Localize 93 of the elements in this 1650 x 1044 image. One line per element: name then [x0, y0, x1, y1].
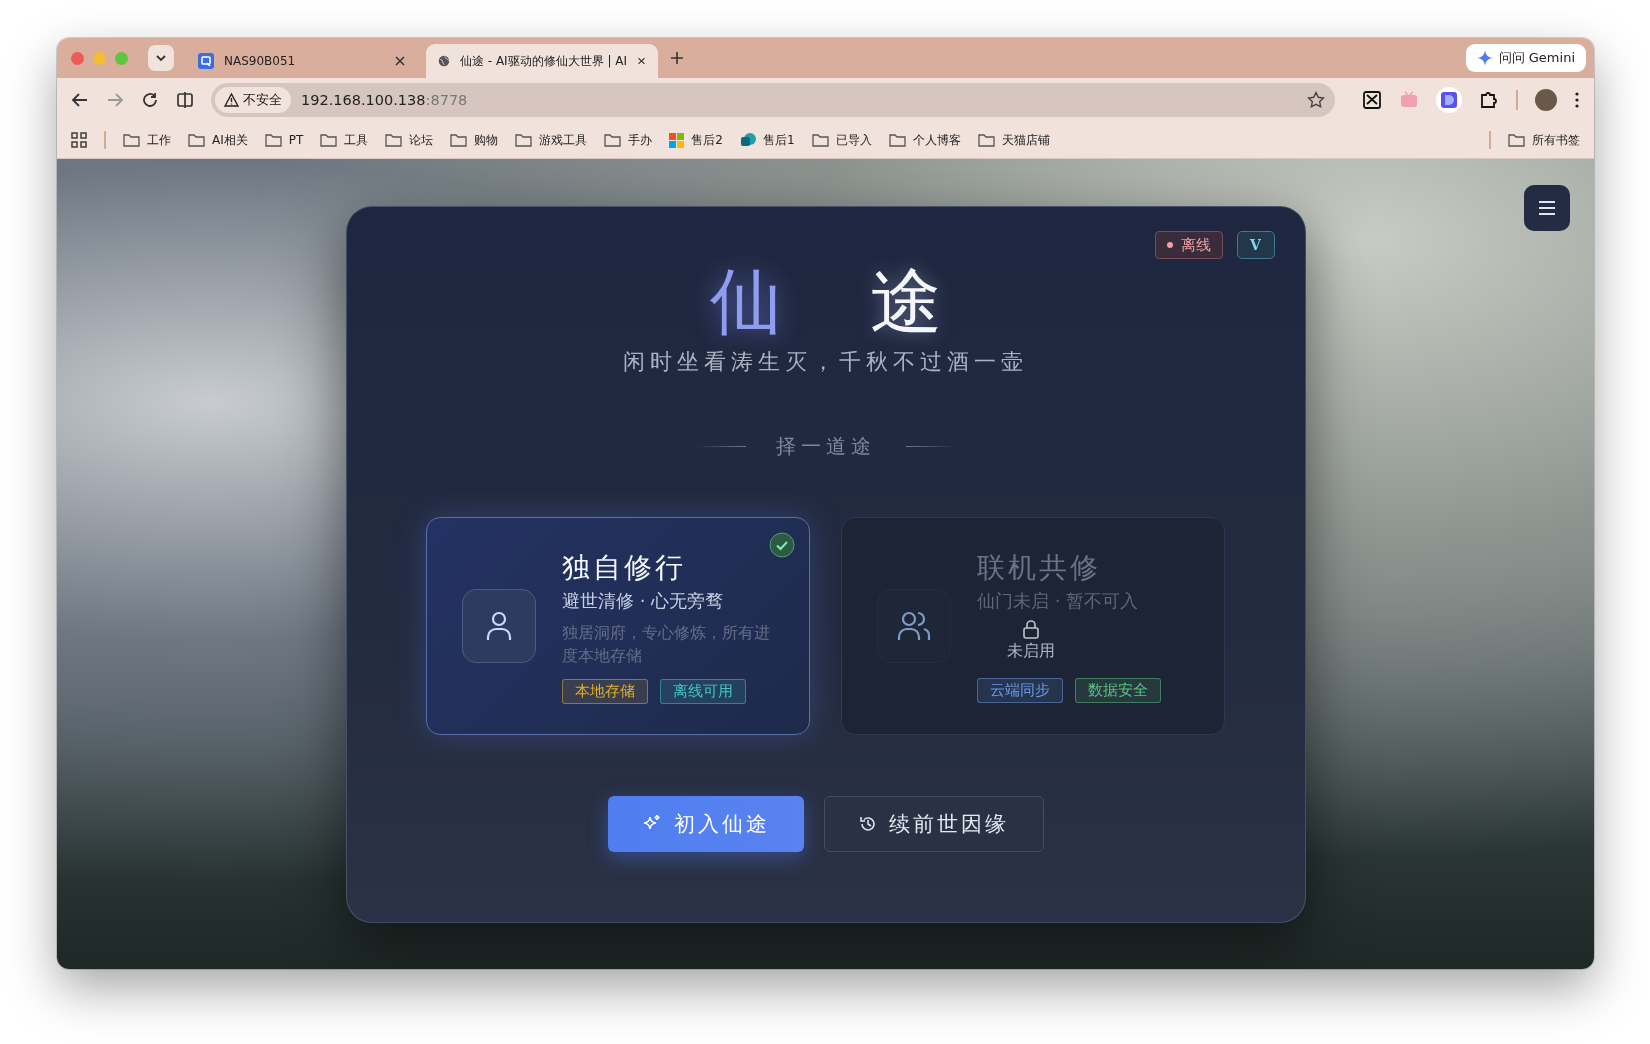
folder-icon	[888, 133, 906, 147]
folder-icon	[977, 133, 995, 147]
bookmark-label: 天猫店铺	[1001, 131, 1050, 149]
bookmark-item[interactable]: 工作	[123, 131, 171, 149]
split-view-icon[interactable]	[176, 91, 194, 109]
bookmark-item[interactable]: 手办	[604, 131, 653, 149]
bookmark-label: 游戏工具	[539, 131, 588, 149]
browser-tab[interactable]: NAS90B051	[186, 44, 418, 78]
history-icon	[858, 815, 877, 833]
feature-tag: 数据安全	[1075, 678, 1161, 703]
bookmark-item[interactable]: 购物	[450, 131, 499, 149]
close-tab-icon[interactable]	[637, 55, 646, 67]
bookmark-item[interactable]: 售后1	[739, 131, 795, 149]
close-tab-icon[interactable]	[394, 55, 406, 67]
four-squares-icon	[669, 132, 685, 148]
browser-tab[interactable]: 仙途 - AI驱动的修仙大世界 | AI	[426, 44, 658, 78]
bookmark-item[interactable]: AI相关	[188, 131, 248, 149]
mode-card[interactable]: 联机共修 仙门未启 · 暂不可入 未启用 云端同步 数据安全	[841, 517, 1225, 735]
tab-list-button[interactable]	[148, 45, 174, 71]
bookmark-label: 售后1	[762, 131, 795, 149]
menu-button[interactable]	[1524, 185, 1570, 231]
mode-card[interactable]: 独自修行 避世清修 · 心无旁骛 独居洞府，专心修炼，所有进度本地存储 本地存储 离线可用	[426, 517, 810, 735]
status-badge: 离线	[1154, 231, 1223, 259]
bookmark-label: 论坛	[409, 131, 434, 149]
folder-icon	[123, 133, 140, 147]
more-menu-icon[interactable]	[1574, 91, 1580, 109]
reload-icon[interactable]	[141, 91, 159, 109]
bookmark-item[interactable]: 个人博客	[888, 131, 961, 149]
feature-tag: 离线可用	[660, 678, 746, 704]
mode-title: 独自修行	[562, 549, 686, 586]
folder-icon	[515, 133, 533, 147]
bookmark-item[interactable]: PT	[264, 133, 304, 147]
feature-tag: 云端同步	[977, 678, 1063, 703]
bookmark-item[interactable]: 论坛	[385, 131, 434, 149]
warning-icon	[224, 93, 239, 107]
back-icon[interactable]	[71, 91, 89, 109]
check-icon	[769, 532, 795, 558]
sparkle-icon	[1476, 50, 1493, 66]
mode-title: 联机共修	[977, 550, 1101, 586]
bookmark-label: AI相关	[212, 131, 248, 149]
person-icon	[485, 610, 513, 642]
folder-icon	[320, 133, 338, 147]
bookmark-label: 个人博客	[912, 131, 961, 149]
bookmark-label: 手办	[628, 131, 653, 149]
folder-icon	[450, 133, 468, 147]
title-character: 途	[869, 259, 942, 343]
version-badge[interactable]: V	[1236, 231, 1275, 259]
bookmark-item[interactable]: 已导入	[811, 131, 872, 149]
globe-icon	[438, 53, 450, 69]
gemini-button[interactable]: 问问 Gemini	[1465, 44, 1586, 72]
subtitle: 闲时坐看涛生灭，千秋不过酒一壶	[623, 348, 1028, 376]
mode-subtitle: 仙门未启 · 暂不可入	[977, 589, 1139, 613]
security-chip[interactable]: 不安全	[215, 87, 291, 113]
d-extension-icon[interactable]	[1436, 87, 1462, 113]
app-icon	[198, 53, 214, 69]
tab-title: 仙途 - AI驱动的修仙大世界 | AI	[459, 52, 628, 70]
puzzle-icon[interactable]	[1479, 90, 1499, 110]
bookmark-label: 工具	[344, 131, 369, 149]
folder-icon	[1508, 133, 1525, 147]
folder-icon	[264, 133, 282, 147]
new-tab-icon[interactable]	[670, 51, 684, 65]
apps-grid-icon[interactable]	[71, 132, 87, 148]
profile-avatar[interactable]	[1535, 89, 1557, 111]
bookmark-label: 购物	[474, 131, 499, 149]
section-title: 择一道途	[775, 433, 876, 460]
bookmark-item[interactable]: 售后2	[669, 131, 723, 149]
bookmark-item[interactable]: 工具	[320, 131, 369, 149]
folder-icon	[188, 133, 205, 147]
folder-icon	[385, 133, 403, 147]
people-icon	[897, 610, 931, 642]
bookmark-label: 所有书签	[1532, 131, 1580, 149]
lock-label: 未启用	[1007, 641, 1055, 662]
mode-subtitle: 避世清修 · 心无旁骛	[562, 588, 724, 613]
mode-description: 独居洞府，专心修炼，所有进度本地存储	[562, 621, 771, 667]
lock-icon	[1022, 619, 1040, 639]
bookmark-star-icon[interactable]	[1307, 91, 1325, 109]
bookmark-label: 已导入	[835, 131, 872, 149]
folder-icon	[811, 133, 829, 147]
bookmark-label: 售后2	[691, 131, 723, 149]
folder-icon	[604, 133, 622, 147]
bookmark-label: PT	[288, 133, 304, 147]
feature-tag: 本地存储	[562, 678, 648, 704]
bookmark-item[interactable]: 游戏工具	[515, 131, 588, 149]
tab-title: NAS90B051	[224, 54, 297, 68]
continue-button[interactable]: 续前世因缘	[823, 796, 1044, 852]
bookmark-label: 工作	[147, 131, 171, 149]
menu-icon	[1538, 201, 1556, 215]
title-character: 仙	[709, 259, 782, 343]
address-bar[interactable]: 不安全 192.168.100.138:8778	[211, 83, 1335, 117]
start-button[interactable]: 初入仙途	[607, 796, 804, 852]
all-bookmarks-item[interactable]: 所有书签	[1508, 131, 1580, 149]
bookmark-item[interactable]: 天猫店铺	[977, 131, 1050, 149]
url-text: 192.168.100.138:8778	[301, 92, 468, 108]
